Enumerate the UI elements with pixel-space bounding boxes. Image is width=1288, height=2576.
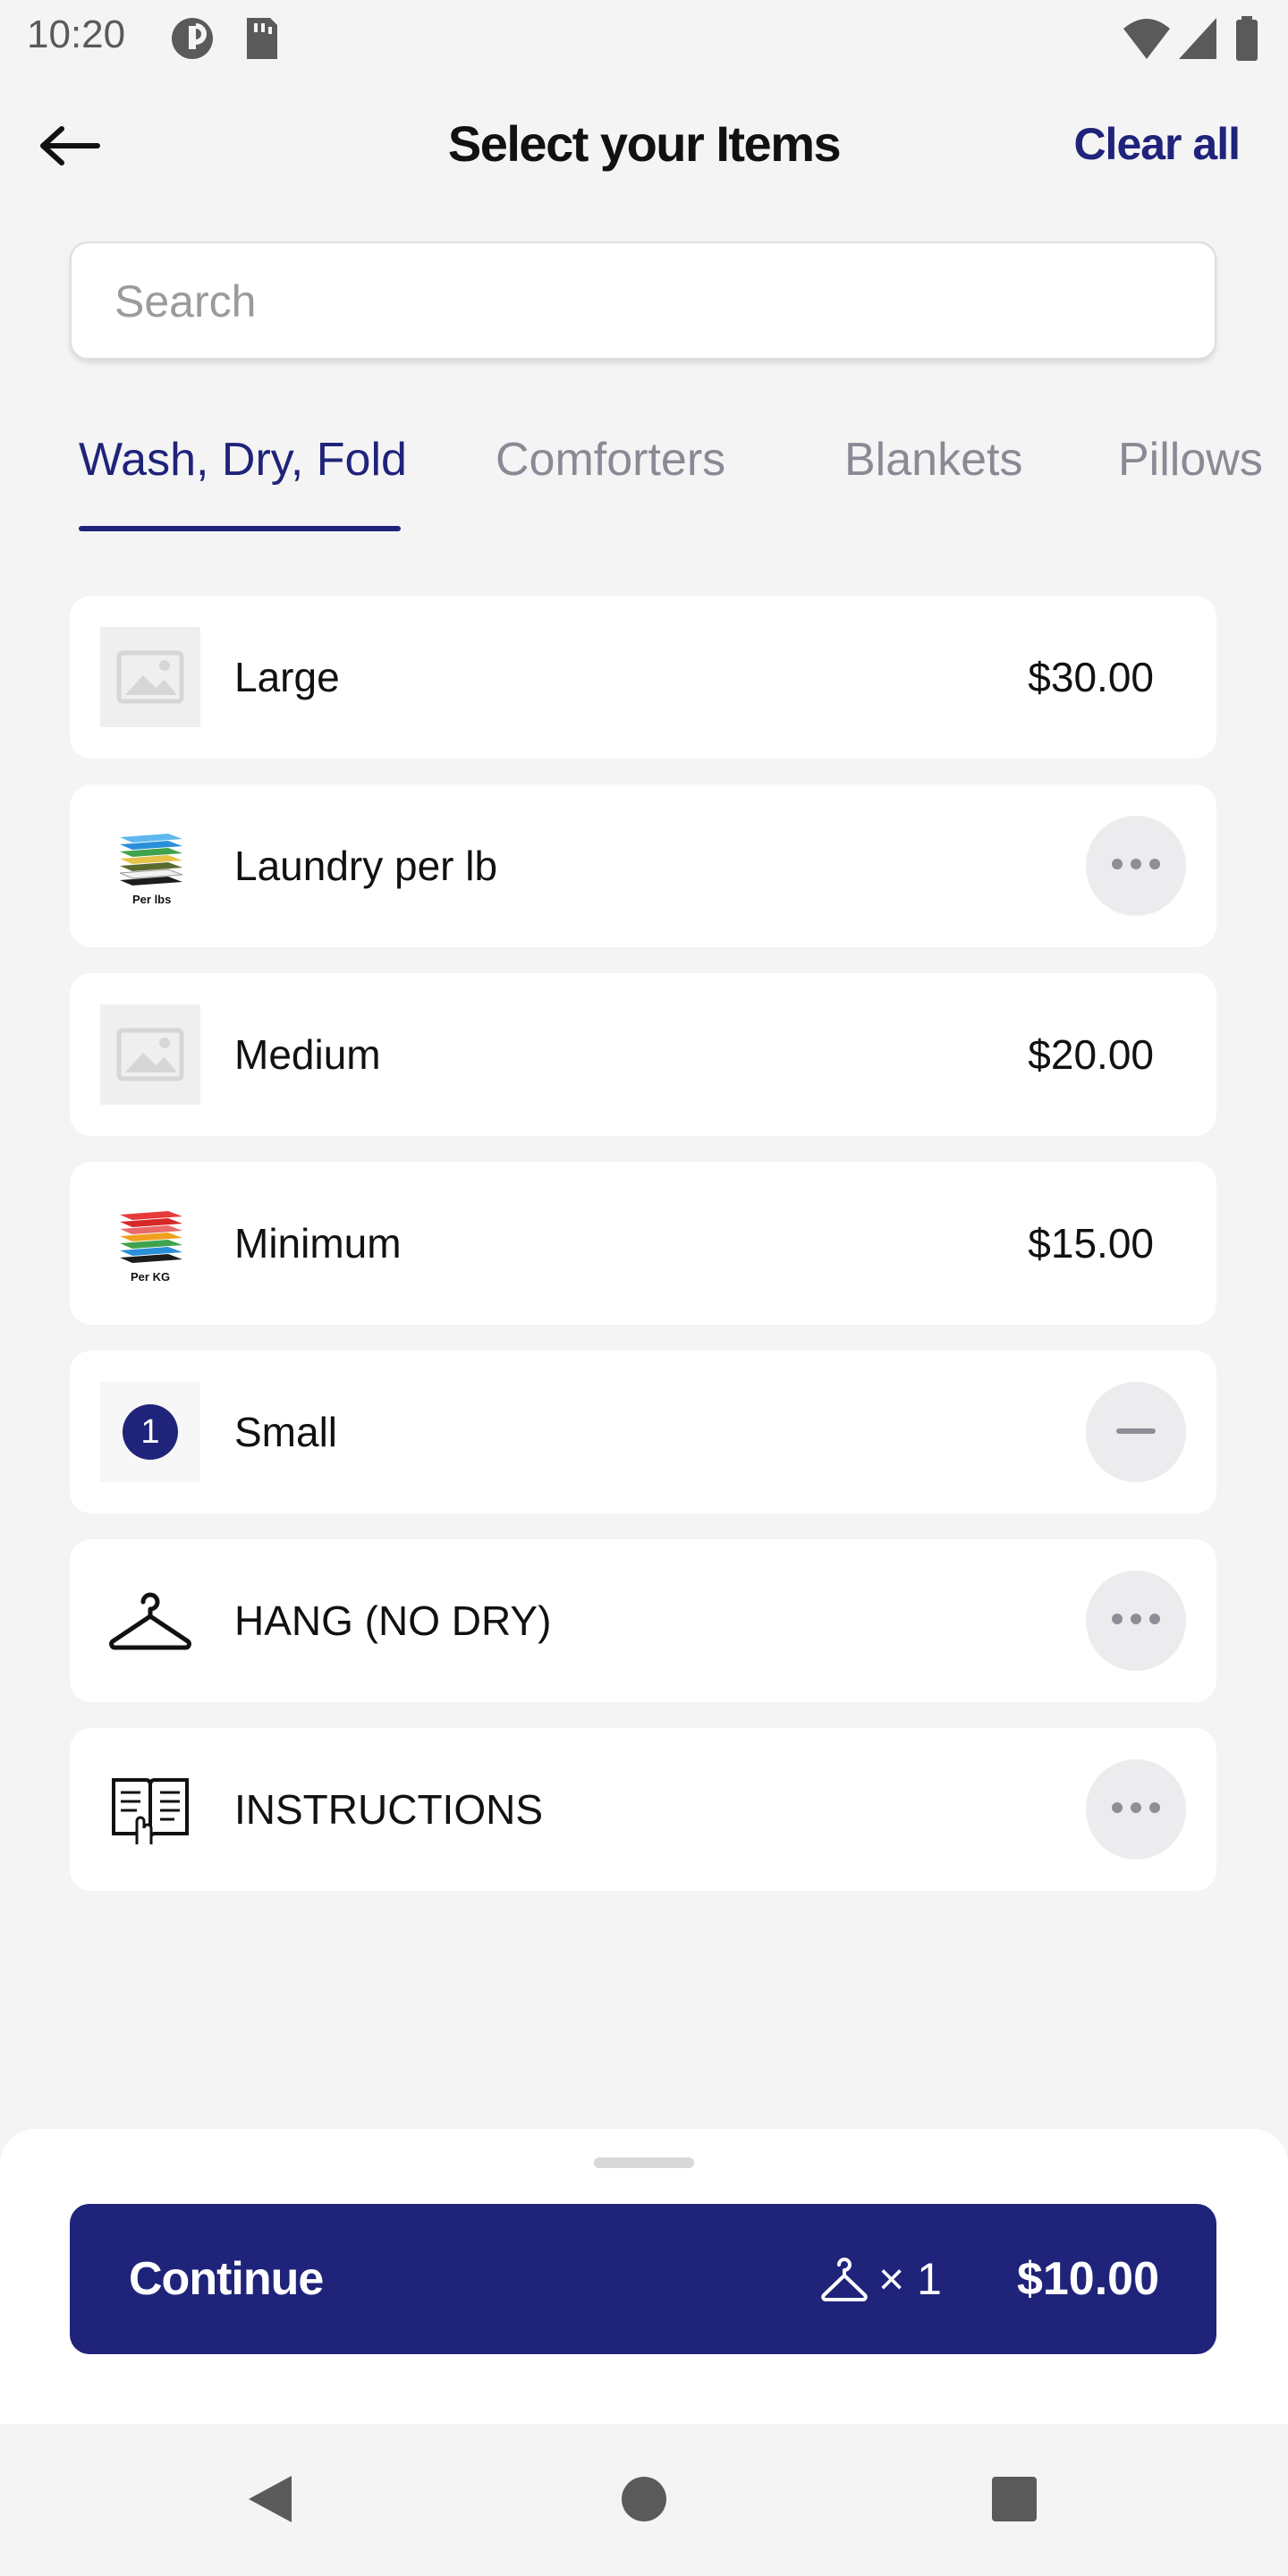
battery-icon (1234, 16, 1259, 65)
sheet-drag-handle[interactable] (594, 2157, 694, 2168)
status-bar: 10:20 (0, 0, 1288, 75)
more-icon (1109, 1613, 1163, 1630)
more-icon (1109, 1801, 1163, 1818)
item-name: Medium (234, 1031, 381, 1078)
category-tabs: Wash, Dry, Fold Comforters Blankets Pill… (0, 420, 1288, 537)
clear-all-button[interactable]: Clear all (1073, 118, 1241, 170)
list-item[interactable]: HANG (NO DRY) (70, 1539, 1216, 1702)
nav-recents-button[interactable] (982, 2469, 1046, 2533)
tab-comforters[interactable]: Comforters (496, 433, 725, 487)
list-item[interactable]: Per lbs Laundry per lb (70, 784, 1216, 947)
more-icon (1109, 858, 1163, 875)
order-total: $10.00 (1016, 2253, 1159, 2305)
tab-pillows[interactable]: Pillows (1118, 433, 1263, 487)
thumb-caption: Per KG (131, 1270, 171, 1284)
item-name: Large (234, 654, 340, 700)
item-name: Small (234, 1409, 338, 1455)
sd-card-icon (243, 16, 279, 65)
item-name: Laundry per lb (234, 843, 498, 889)
list-item[interactable]: INSTRUCTIONS (70, 1728, 1216, 1891)
list-item[interactable]: Medium $20.00 (70, 973, 1216, 1136)
triangle-back-icon (245, 2472, 295, 2530)
tab-blankets[interactable]: Blankets (844, 433, 1022, 487)
image-placeholder-icon (100, 1004, 200, 1105)
laundry-stack-red-icon: Per KG (100, 1193, 200, 1293)
signal-icon (1177, 16, 1218, 65)
item-price: $20.00 (1028, 1031, 1154, 1078)
item-price: $15.00 (1028, 1220, 1154, 1267)
circle-home-icon (620, 2475, 668, 2528)
minus-icon (1116, 1424, 1156, 1440)
tab-wash-dry-fold[interactable]: Wash, Dry, Fold (79, 433, 407, 487)
app-notification-icon (170, 16, 215, 65)
nav-back-button[interactable] (238, 2469, 302, 2533)
list-item[interactable]: Per KG Minimum $15.00 (70, 1162, 1216, 1325)
continue-label: Continue (129, 2253, 324, 2305)
item-count: × 1 (878, 2254, 942, 2304)
item-name: HANG (NO DRY) (234, 1597, 552, 1644)
more-options-button[interactable] (1086, 1759, 1186, 1860)
checkout-sheet: Continue × 1 $10.00 (0, 2129, 1288, 2424)
search-input[interactable] (113, 243, 1172, 360)
header: Select your Items Clear all (0, 89, 1288, 206)
square-recents-icon (990, 2475, 1038, 2528)
decrease-quantity-button[interactable] (1086, 1382, 1186, 1482)
wifi-icon (1122, 16, 1172, 65)
list-item[interactable]: 1 Small (70, 1351, 1216, 1513)
quantity-count: 1 (123, 1404, 178, 1460)
nav-home-button[interactable] (612, 2469, 676, 2533)
hanger-icon (100, 1571, 200, 1671)
search-box (70, 242, 1216, 360)
image-placeholder-icon (100, 627, 200, 727)
instructions-book-icon (100, 1759, 200, 1860)
quantity-badge: 1 (100, 1382, 200, 1482)
more-options-button[interactable] (1086, 1571, 1186, 1671)
status-time: 10:20 (27, 13, 126, 56)
item-name: Minimum (234, 1220, 402, 1267)
item-name: INSTRUCTIONS (234, 1786, 543, 1833)
thumb-caption: Per lbs (132, 893, 172, 906)
system-navigation-bar (0, 2424, 1288, 2576)
continue-button[interactable]: Continue × 1 $10.00 (70, 2204, 1216, 2354)
list-item[interactable]: Large $30.00 (70, 596, 1216, 758)
item-price: $30.00 (1028, 654, 1154, 700)
active-tab-indicator (79, 526, 401, 531)
hanger-icon (821, 2256, 868, 2307)
more-options-button[interactable] (1086, 816, 1186, 916)
laundry-stack-blue-icon: Per lbs (100, 816, 200, 916)
